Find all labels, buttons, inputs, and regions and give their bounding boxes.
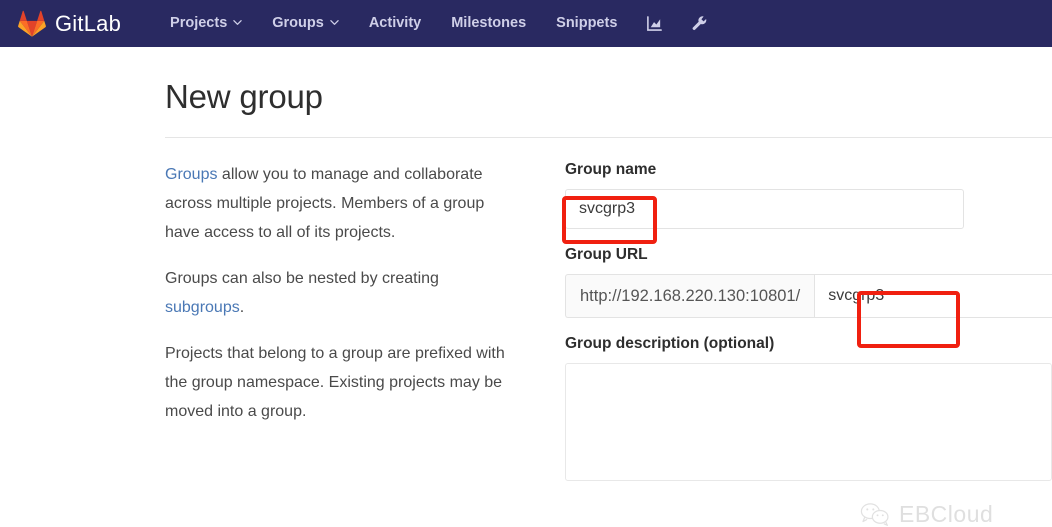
page-title: New group [165,79,323,115]
group-description-field-group: Group description (optional) [565,334,1052,481]
navbar-menu: Projects Groups Activity Milestones Snip… [155,0,722,47]
nav-item-projects-label: Projects [170,0,227,47]
group-description-column: Groups allow you to manage and collabora… [165,160,520,426]
group-url-slug-input[interactable] [814,274,1052,318]
nav-item-snippets[interactable]: Snippets [541,0,632,47]
description-paragraph-2-pre: Groups can also be nested by creating [165,270,439,287]
subgroups-link[interactable]: subgroups [165,299,240,316]
chevron-down-icon [330,18,339,27]
wrench-icon[interactable] [677,0,722,47]
nav-item-milestones-label: Milestones [451,0,526,47]
top-navbar: GitLab Projects Groups Activity Mileston… [0,0,1052,47]
nav-item-snippets-label: Snippets [556,0,617,47]
nav-item-milestones[interactable]: Milestones [436,0,541,47]
nav-item-activity-label: Activity [369,0,421,47]
group-url-prefix-addon: http://192.168.220.130:10801/ [565,274,814,318]
group-description-label: Group description (optional) [565,334,1052,354]
gitlab-brand[interactable]: GitLab [18,10,121,37]
description-paragraph-2: Groups can also be nested by creating su… [165,264,520,322]
description-paragraph-1: Groups allow you to manage and collabora… [165,160,520,247]
group-name-input[interactable] [565,189,964,229]
ebcloud-watermark: EBCloud [860,502,993,527]
nav-item-activity[interactable]: Activity [354,0,436,47]
chart-icon[interactable] [632,0,677,47]
new-group-form: Group name Group URL http://192.168.220.… [565,160,1052,497]
watermark-text: EBCloud [899,503,993,526]
groups-link[interactable]: Groups [165,166,217,183]
group-name-label: Group name [565,160,1052,180]
nav-item-groups[interactable]: Groups [257,0,354,47]
wechat-icon [860,502,890,527]
gitlab-brand-name: GitLab [55,13,121,35]
description-paragraph-2-post: . [240,299,244,316]
page-content: New group Groups allow you to manage and… [0,47,1052,522]
group-name-field-group: Group name [565,160,1052,229]
nav-item-groups-label: Groups [272,0,324,47]
nav-item-projects[interactable]: Projects [155,0,257,47]
group-description-textarea[interactable] [565,363,1052,481]
gitlab-fox-logo-icon [18,10,46,37]
group-url-label: Group URL [565,245,1052,265]
group-url-field-group: Group URL http://192.168.220.130:10801/ [565,245,1052,318]
chevron-down-icon [233,18,242,27]
title-divider [165,137,1052,138]
group-url-input-group: http://192.168.220.130:10801/ [565,274,1052,318]
description-paragraph-3: Projects that belong to a group are pref… [165,339,520,426]
